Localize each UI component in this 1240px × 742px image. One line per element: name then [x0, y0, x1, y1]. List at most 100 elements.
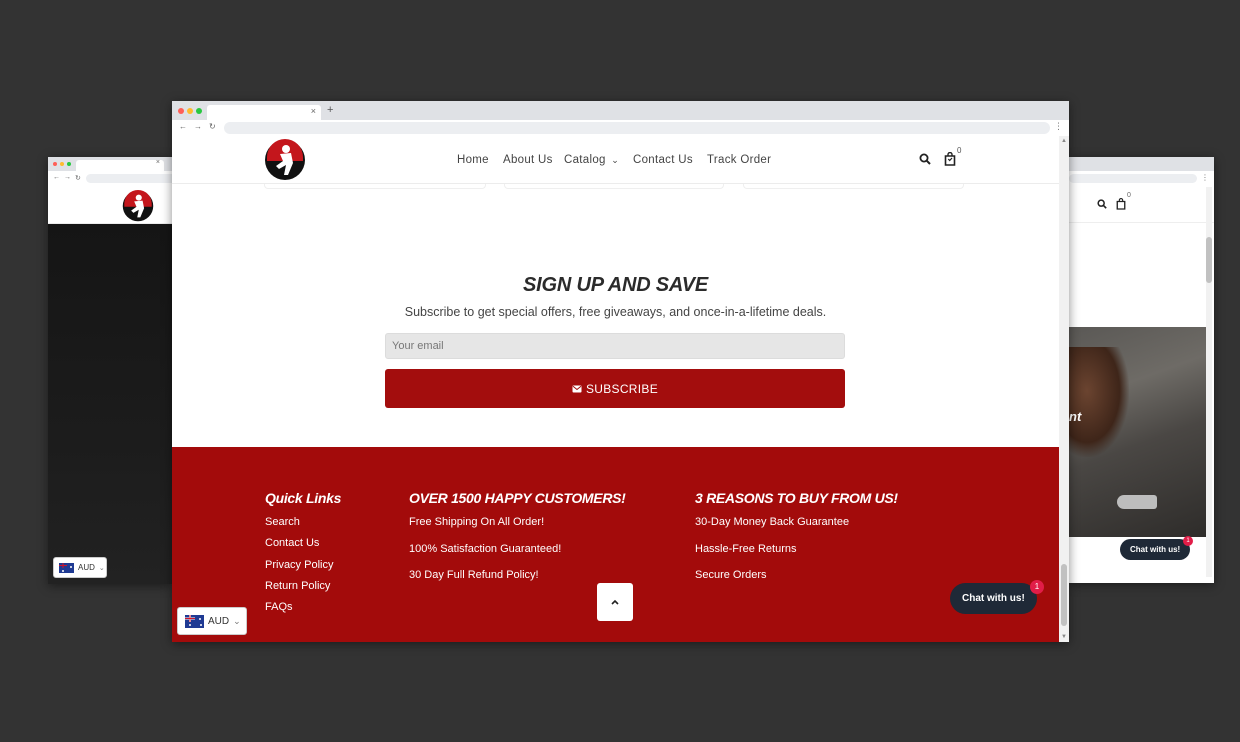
- close-tab-icon[interactable]: ×: [156, 159, 160, 166]
- right-site-header: 0: [1069, 187, 1214, 223]
- chat-button[interactable]: Chat with us!: [950, 583, 1037, 614]
- search-icon[interactable]: [1097, 199, 1107, 209]
- product-card-edge: [504, 184, 724, 189]
- search-icon[interactable]: [919, 153, 931, 165]
- brand-logo-icon[interactable]: [122, 190, 154, 222]
- browser-tab[interactable]: ×: [207, 105, 321, 120]
- nav-catalog-label: Catalog: [564, 154, 606, 166]
- happy-customers-heading: OVER 1500 HAPPY CUSTOMERS!: [409, 490, 626, 506]
- nav-catalog[interactable]: Catalog ⌄: [564, 154, 619, 166]
- maximize-window-dot[interactable]: [67, 162, 71, 166]
- right-nav-bar: ⋮: [1069, 171, 1214, 187]
- envelope-icon: [572, 385, 582, 392]
- sneaker-shape: [1117, 495, 1157, 509]
- footer-link-return-policy[interactable]: Return Policy: [265, 580, 330, 592]
- reason-item: Secure Orders: [695, 569, 767, 581]
- subscribe-button[interactable]: SUBSCRIBE: [385, 369, 845, 408]
- cart-icon[interactable]: [1116, 198, 1126, 210]
- left-site-header: [48, 187, 172, 224]
- chat-notification-badge: 1: [1030, 580, 1044, 594]
- address-bar[interactable]: [86, 174, 172, 183]
- scrollbar-thumb[interactable]: [1206, 237, 1212, 283]
- reasons-heading: 3 REASONS TO BUY FROM US!: [695, 490, 898, 506]
- forward-icon[interactable]: →: [64, 174, 71, 181]
- new-tab-icon[interactable]: +: [327, 104, 333, 116]
- footer-link-search[interactable]: Search: [265, 516, 300, 528]
- scroll-to-top-button[interactable]: [597, 583, 633, 621]
- scrollbar-thumb[interactable]: [1061, 564, 1067, 626]
- right-browser-window: ⋮ 0 nt Chat with us! 1: [1069, 157, 1214, 583]
- scroll-down-arrow-icon[interactable]: ▼: [1061, 634, 1067, 640]
- chat-button[interactable]: Chat with us!: [1120, 539, 1191, 560]
- back-icon[interactable]: ←: [179, 122, 187, 131]
- main-nav-bar: ← → ↻ ⋮: [172, 120, 1069, 136]
- currency-selector[interactable]: AUD ⌄: [53, 557, 107, 578]
- maximize-window-dot[interactable]: [196, 108, 202, 114]
- minimize-window-dot[interactable]: [60, 162, 64, 166]
- footer-link-contact-us[interactable]: Contact Us: [265, 537, 319, 549]
- close-tab-icon[interactable]: ×: [311, 106, 316, 116]
- site-footer: Quick Links Search Contact Us Privacy Po…: [172, 447, 1059, 642]
- browser-tab[interactable]: ×: [76, 159, 164, 171]
- chat-notification-badge: 1: [1183, 536, 1193, 546]
- left-tab-bar: ×: [48, 157, 172, 171]
- right-tab-bar: [1069, 157, 1214, 171]
- forward-icon[interactable]: →: [194, 122, 202, 131]
- cart-icon[interactable]: [944, 152, 956, 166]
- window-controls: [53, 162, 71, 166]
- footer-link-faqs[interactable]: FAQs: [265, 601, 293, 613]
- close-window-dot[interactable]: [178, 108, 184, 114]
- reload-icon[interactable]: ↻: [75, 174, 81, 182]
- page-viewport: Home About Us Catalog ⌄ Contact Us Track…: [172, 136, 1059, 642]
- benefit-item: 30 Day Full Refund Policy!: [409, 569, 539, 581]
- brand-logo-icon[interactable]: [264, 139, 306, 181]
- cart-count: 0: [1127, 192, 1131, 199]
- newsletter-subtitle: Subscribe to get special offers, free gi…: [404, 305, 827, 319]
- footer-link-privacy-policy[interactable]: Privacy Policy: [265, 559, 333, 571]
- address-bar[interactable]: [1069, 174, 1197, 183]
- currency-selector[interactable]: AUD ⌄: [177, 607, 247, 635]
- cart-count: 0: [957, 146, 962, 155]
- nav-contact-us[interactable]: Contact Us: [633, 154, 693, 166]
- chevron-up-icon: [611, 599, 619, 605]
- quick-links-heading: Quick Links: [265, 490, 342, 506]
- chevron-down-icon: ⌄: [98, 564, 105, 572]
- australia-flag-icon: [185, 614, 204, 628]
- left-nav-bar: ← → ↻: [48, 171, 172, 187]
- currency-code: AUD: [78, 563, 95, 572]
- hero-banner: [48, 224, 172, 584]
- chevron-down-icon: ⌄: [233, 615, 241, 626]
- newsletter-title: SIGN UP AND SAVE: [523, 274, 708, 296]
- close-window-dot[interactable]: [53, 162, 57, 166]
- main-tab-bar: × +: [172, 101, 1069, 120]
- chevron-down-icon: ⌄: [611, 155, 620, 165]
- nav-about-us[interactable]: About Us: [503, 154, 553, 166]
- product-card-edge: [743, 184, 964, 189]
- benefit-item: Free Shipping On All Order!: [409, 516, 545, 528]
- minimize-window-dot[interactable]: [187, 108, 193, 114]
- scrollbar-track[interactable]: ▲ ▼: [1059, 136, 1069, 642]
- currency-code: AUD: [208, 615, 230, 627]
- benefit-item: 100% Satisfaction Guaranteed!: [409, 543, 562, 555]
- athlete-hero-image: nt: [1069, 327, 1206, 537]
- subscribe-label: SUBSCRIBE: [585, 381, 659, 396]
- window-controls: [178, 108, 202, 114]
- athlete-figure: [1069, 347, 1129, 457]
- address-bar[interactable]: [224, 122, 1050, 134]
- hero-heading-fragment: nt: [1069, 409, 1082, 424]
- reload-icon[interactable]: ↻: [209, 122, 216, 131]
- nav-track-order[interactable]: Track Order: [707, 154, 771, 166]
- browser-menu-icon[interactable]: ⋮: [1201, 173, 1209, 182]
- left-browser-window: × ← → ↻ AUD ⌄: [48, 157, 172, 584]
- email-input[interactable]: [385, 333, 845, 359]
- reason-item: 30-Day Money Back Guarantee: [695, 516, 850, 528]
- product-card-edge: [264, 184, 486, 189]
- australia-flag-icon: [59, 562, 74, 573]
- reason-item: Hassle-Free Returns: [695, 543, 797, 555]
- nav-home[interactable]: Home: [457, 154, 489, 166]
- site-header: Home About Us Catalog ⌄ Contact Us Track…: [172, 136, 1059, 184]
- scroll-up-arrow-icon[interactable]: ▲: [1061, 138, 1067, 144]
- browser-menu-icon[interactable]: ⋮: [1054, 121, 1063, 132]
- back-icon[interactable]: ←: [53, 174, 60, 181]
- main-browser-window: × + ← → ↻ ⋮ Home About Us Catalog ⌄ Cont…: [172, 101, 1069, 642]
